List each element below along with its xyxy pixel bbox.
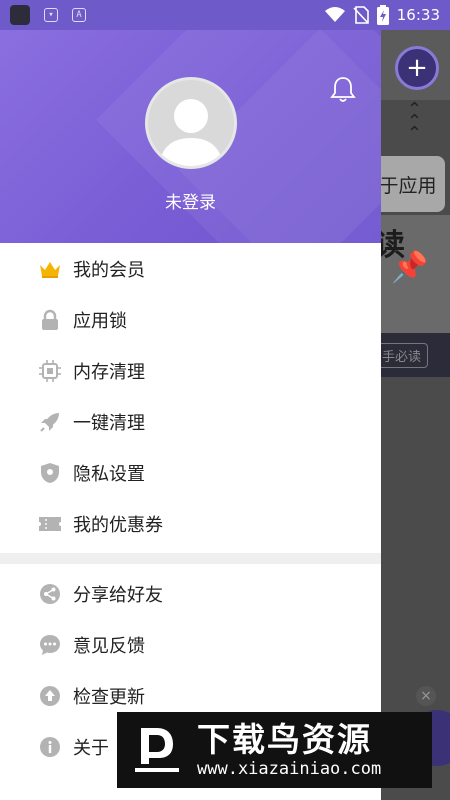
menu-item-label: 我的优惠券 — [73, 514, 163, 536]
menu-item-label: 我的会员 — [73, 259, 145, 281]
feedback-icon — [38, 633, 62, 657]
menu-item-memory-clean[interactable]: 内存清理 — [0, 345, 381, 396]
menu-item-label: 检查更新 — [73, 686, 145, 708]
drawer-header: 未登录 — [0, 30, 381, 243]
menu-item-label: 应用锁 — [73, 310, 127, 332]
share-icon — [38, 582, 62, 606]
watermark-url: www.xiazainiao.com — [197, 759, 382, 779]
bird-logo-icon — [135, 728, 179, 772]
add-button[interactable]: + — [395, 46, 439, 90]
info-icon — [38, 735, 62, 759]
menu-item-feedback[interactable]: 意见反馈 — [0, 619, 381, 670]
menu-item-label: 内存清理 — [73, 361, 145, 383]
menu-item-membership[interactable]: 我的会员 — [0, 243, 381, 294]
menu-item-label: 意见反馈 — [73, 635, 145, 657]
watermark-banner: 下载鸟资源 www.xiazainiao.com — [117, 712, 432, 788]
rocket-icon — [38, 410, 62, 434]
pin-icon: 📌 — [391, 250, 429, 285]
chevrons-up-icon: ⌃ ⌃ ⌃ — [407, 99, 423, 144]
menu-item-app-lock[interactable]: 应用锁 — [0, 294, 381, 345]
bell-icon[interactable] — [330, 75, 356, 103]
shield-icon — [38, 461, 62, 485]
watermark-text: 下载鸟资源 www.xiazainiao.com — [197, 720, 382, 780]
lock-icon — [38, 308, 62, 332]
menu-item-privacy-settings[interactable]: 隐私设置 — [0, 447, 381, 498]
avatar[interactable] — [145, 77, 237, 169]
menu-item-label: 隐私设置 — [73, 463, 145, 485]
wifi-icon — [324, 7, 345, 22]
background-tag: 手必读 — [381, 343, 429, 368]
menu-item-label: 分享给好友 — [73, 584, 163, 606]
upload-icon — [38, 684, 62, 708]
app-icon — [10, 5, 30, 25]
watermark-title: 下载鸟资源 — [197, 720, 372, 759]
close-icon[interactable]: × — [416, 686, 436, 706]
battery-charging-icon — [376, 5, 389, 25]
menu-divider — [0, 553, 381, 564]
chip-icon — [38, 359, 62, 383]
background-app: + ⌃ ⌃ ⌃ 于应用 读 📌 手必读 × — [381, 30, 450, 800]
a-icon: A — [72, 8, 86, 22]
navigation-drawer: 未登录 我的会员 应用锁 内存清理 一键清理 隐私设置 我的优惠券 分享给好友 … — [0, 30, 381, 800]
login-status[interactable]: 未登录 — [0, 188, 381, 213]
clock: 16:33 — [396, 6, 440, 24]
ticket-icon — [38, 512, 62, 536]
menu-item-label: 关于 — [73, 737, 109, 759]
menu-item-share[interactable]: 分享给好友 — [0, 568, 381, 619]
menu-item-one-click-clean[interactable]: 一键清理 — [0, 396, 381, 447]
shield-icon: ▾ — [44, 8, 58, 22]
background-card: 于应用 — [381, 156, 445, 212]
menu-item-coupons[interactable]: 我的优惠券 — [0, 498, 381, 549]
no-sim-icon — [353, 6, 369, 24]
menu-group-primary: 我的会员 应用锁 内存清理 一键清理 隐私设置 我的优惠券 — [0, 243, 381, 549]
menu-item-label: 一键清理 — [73, 412, 145, 434]
crown-icon — [38, 257, 62, 281]
status-bar: ▾ A 16:33 — [0, 0, 450, 30]
